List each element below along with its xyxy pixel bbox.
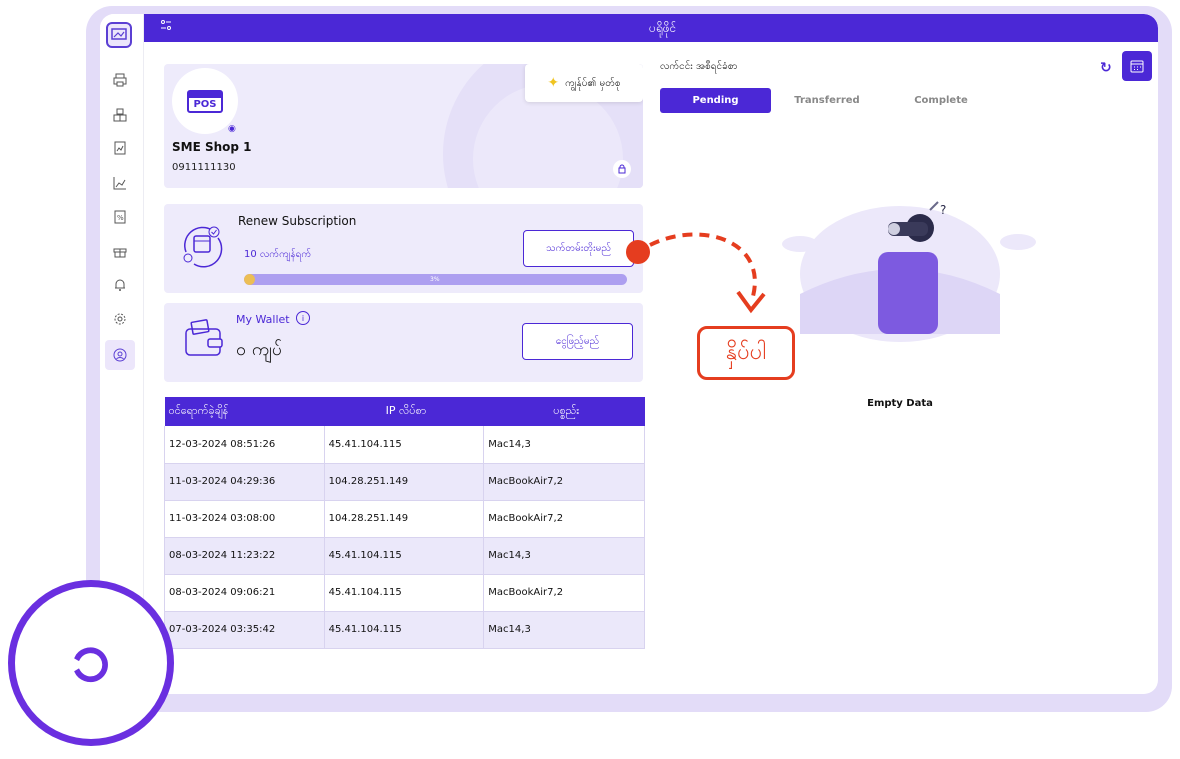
- shop-card-label: ကျွန်ုပ်၏ မှတ်စု: [565, 77, 621, 89]
- list-title: လက်ငင်း အစီရင်ခံစာ: [660, 61, 738, 72]
- table-header-row: ဝင်ရောက်ခဲ့ချိန် IP လိပ်စာ ပစ္စည်း: [164, 397, 645, 426]
- table-cell: Mac14,3: [483, 426, 645, 464]
- table-row: 07-03-2024 03:35:42 45.41.104.115 Mac14,3: [164, 611, 645, 649]
- printer-icon[interactable]: [111, 71, 129, 89]
- subscription-title: Renew Subscription: [238, 214, 357, 228]
- wallet-card: My Wallet i ၀ ကျပ် ငွေဖြည့်မည်: [164, 303, 643, 382]
- top-bar: ပရိုဖိုင်: [144, 14, 1158, 42]
- tap-here-label: နှိပ်ပါ: [697, 326, 795, 380]
- page-title: ပရိုဖိုင်: [649, 21, 677, 35]
- sales-chart-icon[interactable]: [111, 174, 129, 192]
- table-cell: MacBookAir7,2: [483, 574, 645, 612]
- renew-button[interactable]: သက်တမ်းတိုးမည်: [523, 230, 634, 267]
- table-row: 08-03-2024 11:23:22 45.41.104.115 Mac14,3: [164, 537, 645, 575]
- boxes-icon[interactable]: [111, 106, 129, 124]
- table-cell: 07-03-2024 03:35:42: [164, 611, 325, 649]
- table-cell: 104.28.251.149: [324, 500, 485, 538]
- lock-icon[interactable]: [613, 160, 631, 178]
- settings-icon[interactable]: [111, 310, 129, 328]
- camera-icon[interactable]: ◉: [228, 124, 236, 134]
- subscription-progress: 3%: [244, 274, 627, 285]
- calendar-button[interactable]: [1122, 51, 1152, 81]
- table-cell: 11-03-2024 03:08:00: [164, 500, 325, 538]
- table-cell: MacBookAir7,2: [483, 500, 645, 538]
- empty-state-text: Empty Data: [867, 398, 933, 409]
- table-row: 12-03-2024 08:51:26 45.41.104.115 Mac14,3: [164, 426, 645, 464]
- tab-pending[interactable]: Pending: [660, 88, 771, 113]
- column-header: ဝင်ရောက်ခဲ့ချိန်: [164, 397, 325, 426]
- gift-icon[interactable]: [111, 242, 129, 260]
- table-cell: 11-03-2024 04:29:36: [164, 463, 325, 501]
- app-window: % ပရိုဖိုင် POS ◉ SME Shop 1 0911111130 …: [100, 14, 1158, 694]
- note-icon: ✦: [547, 75, 560, 91]
- table-cell: Mac14,3: [483, 611, 645, 649]
- table-cell: 45.41.104.115: [324, 537, 485, 575]
- progress-label: 3%: [430, 276, 440, 283]
- days-left: 10 လက်ကျန်ရက်: [244, 249, 312, 260]
- table-cell: 08-03-2024 09:06:21: [164, 574, 325, 612]
- wallet-balance: ၀ ကျပ်: [236, 339, 283, 360]
- table-cell: 45.41.104.115: [324, 574, 485, 612]
- tab-complete[interactable]: Complete: [896, 88, 986, 113]
- shop-phone: 0911111130: [172, 162, 236, 173]
- svg-text:%: %: [117, 214, 124, 222]
- calendar-icon: [1130, 60, 1144, 73]
- table-cell: 104.28.251.149: [324, 463, 485, 501]
- table-row: 08-03-2024 09:06:21 45.41.104.115 MacBookA…: [164, 574, 645, 612]
- progress-fill: [244, 274, 256, 285]
- subscription-card: Renew Subscription 10 လက်ကျန်ရက် သက်တမ်း…: [164, 204, 643, 293]
- wallet-label: My Wallet: [236, 313, 290, 326]
- column-header: IP လိပ်စာ: [324, 397, 484, 426]
- table-cell: 08-03-2024 11:23:22: [164, 537, 325, 575]
- app-logo[interactable]: [106, 22, 132, 48]
- info-icon[interactable]: i: [296, 311, 310, 325]
- table-row: 11-03-2024 03:08:00 104.28.251.149 MacBook…: [164, 500, 645, 538]
- refresh-icon[interactable]: ↻: [1100, 60, 1112, 76]
- table-cell: 45.41.104.115: [324, 426, 485, 464]
- topup-button[interactable]: ငွေဖြည့်မည်: [522, 323, 633, 360]
- sliders-icon[interactable]: [160, 19, 172, 35]
- svg-text:?: ?: [940, 203, 946, 217]
- user-icon[interactable]: [105, 340, 135, 370]
- tutorial-stage: % ပရိုဖိုင် POS ◉ SME Shop 1 0911111130 …: [0, 0, 1180, 759]
- table-cell: 12-03-2024 08:51:26: [164, 426, 325, 464]
- table-row: 11-03-2024 04:29:36 104.28.251.149 MacBook…: [164, 463, 645, 501]
- wallet-icon: [185, 319, 223, 356]
- shop-card-button[interactable]: ✦ ကျွန်ုပ်၏ မှတ်စု: [525, 64, 643, 102]
- table-cell: MacBookAir7,2: [483, 463, 645, 501]
- empty-state-illustration: ?: [782, 201, 1036, 342]
- step-number-badge: ၁: [8, 580, 174, 746]
- table-cell: Mac14,3: [483, 537, 645, 575]
- table-cell: 45.41.104.115: [324, 611, 485, 649]
- login-history-table: ဝင်ရောက်ခဲ့ချိန် IP လိပ်စာ ပစ္စည်း 12-03…: [164, 397, 645, 649]
- shop-name: SME Shop 1: [172, 140, 252, 154]
- tab-transferred[interactable]: Transferred: [782, 88, 872, 113]
- report-icon[interactable]: [111, 139, 129, 157]
- discount-icon[interactable]: %: [111, 208, 129, 226]
- pos-logo: POS: [187, 89, 223, 113]
- bell-icon[interactable]: [111, 276, 129, 294]
- subscription-renew-icon: [183, 226, 223, 268]
- column-header: ပစ္စည်း: [483, 397, 645, 426]
- profile-card: POS ◉ SME Shop 1 0911111130 ✦ ကျွန်ုပ်၏ …: [164, 64, 643, 188]
